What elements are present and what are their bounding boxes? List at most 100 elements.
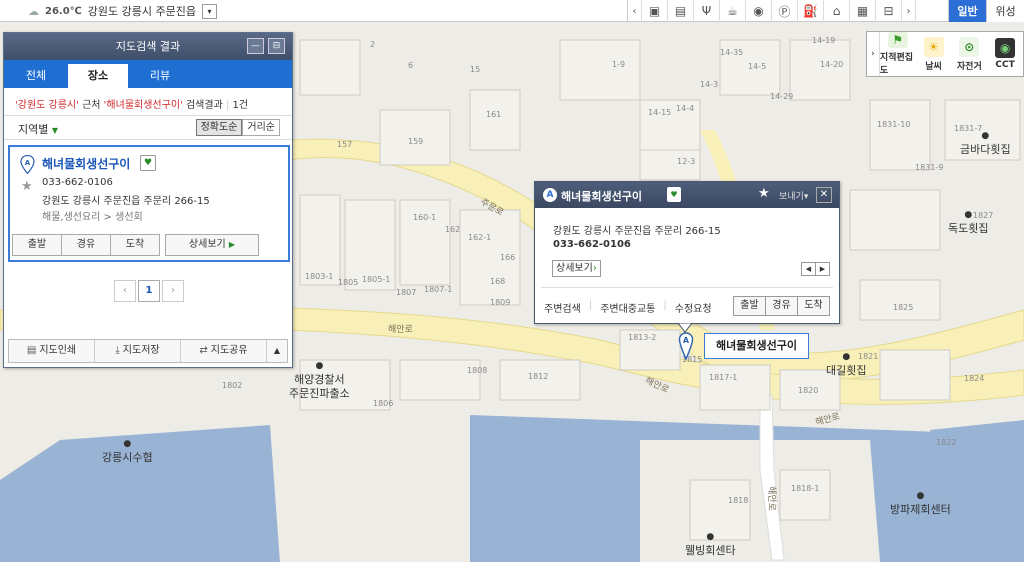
map-share-button[interactable]: ⇄ 지도공유 bbox=[181, 340, 267, 362]
map-type-satellite-button[interactable]: 위성 bbox=[986, 0, 1024, 22]
top-bar: ☁ 26.0℃ 강원도 강릉시 주문진읍 ▾ ‹ ▣ ▤ Ψ ☕ ◉ Ⓟ ⛽ ⌂… bbox=[0, 0, 1024, 22]
bank-icon[interactable]: ◉ bbox=[746, 0, 772, 22]
poi-label[interactable]: ● 강릉시수협 bbox=[102, 437, 153, 465]
page-prev-button[interactable]: ‹ bbox=[114, 280, 136, 302]
map-save-button[interactable]: ⤓ 지도저장 bbox=[95, 340, 181, 362]
parcel-label: 1803-1 bbox=[305, 272, 334, 281]
edit-request-link[interactable]: 수정요청 bbox=[675, 300, 712, 315]
popup-place-name[interactable]: 해녀물회생선구이 bbox=[561, 188, 642, 204]
tool-label: 날씨 bbox=[925, 61, 942, 72]
restaurant-icon[interactable]: Ψ bbox=[694, 0, 720, 22]
gas-station-icon[interactable]: ⛽ bbox=[798, 0, 824, 22]
page-number-button[interactable]: 1 bbox=[138, 280, 160, 302]
route-actions: 출발 경유 도착 상세보기 ▶ bbox=[12, 234, 286, 258]
footer-label: 지도공유 bbox=[210, 345, 248, 356]
flag-icon: ⚑ bbox=[887, 32, 908, 48]
map-marker-pin-icon[interactable]: A bbox=[678, 332, 694, 360]
weather-info[interactable]: ☁ 26.0℃ 강원도 강릉시 주문진읍 ▾ bbox=[28, 3, 217, 19]
send-button[interactable]: 보내기▾ bbox=[779, 189, 808, 202]
parcel-label: 15 bbox=[470, 65, 481, 74]
route-end-button[interactable]: 도착 bbox=[110, 234, 160, 256]
popup-route-via-button[interactable]: 경유 bbox=[765, 296, 798, 316]
parcel-label: 1807-1 bbox=[424, 285, 453, 294]
tool-label: 지적편집도 bbox=[879, 53, 914, 76]
page-next-button[interactable]: › bbox=[162, 280, 184, 302]
tool-weather[interactable]: ☀ 날씨 bbox=[916, 32, 952, 76]
download-icon: ⤓ bbox=[115, 345, 120, 356]
favorite-star-icon[interactable]: ★ bbox=[21, 179, 33, 194]
popup-detail-button[interactable]: 상세보기› bbox=[552, 260, 601, 277]
hotel-icon[interactable]: ⊟ bbox=[876, 0, 902, 22]
bicycle-icon: ⊙ bbox=[959, 36, 980, 57]
close-icon[interactable]: ✕ bbox=[816, 187, 832, 203]
parcel-label: 1820 bbox=[798, 386, 819, 395]
place-address: 강원도 강릉시 주문진읍 주문리 266-15 bbox=[42, 196, 210, 207]
shopping-icon[interactable]: ⌂ bbox=[824, 0, 850, 22]
sort-accuracy-button[interactable]: 정확도순 bbox=[195, 119, 243, 136]
favorite-star-icon[interactable]: ★ bbox=[758, 186, 770, 201]
collapse-panel-button[interactable]: ⊟ bbox=[268, 38, 285, 54]
cafe-icon[interactable]: ☕ bbox=[720, 0, 746, 22]
bus-icon[interactable]: ▣ bbox=[642, 0, 668, 22]
location-dropdown-button[interactable]: ▾ bbox=[202, 3, 217, 19]
parcel-label: 1-9 bbox=[612, 60, 626, 69]
restaurant-icon: ● bbox=[842, 352, 851, 362]
poi-label[interactable]: ● 금바다횟집 bbox=[960, 129, 1011, 157]
tool-cctv[interactable]: ◉ CCT bbox=[987, 32, 1023, 76]
popup-address: 강원도 강릉시 주문진읍 주문리 266-15 bbox=[553, 226, 721, 237]
tab-all[interactable]: 전체 bbox=[6, 64, 66, 88]
place-phone: 033-662-0106 bbox=[42, 177, 113, 188]
map-place-label[interactable]: 해녀물회생선구이 bbox=[704, 333, 809, 359]
popup-header: A 해녀물회생선구이 ♥ ★ 보내기▾ ✕ bbox=[535, 182, 839, 208]
restaurant-icon: ● bbox=[981, 131, 990, 141]
map-tools-panel: › ⚑ 지적편집도 ☀ 날씨 ⊙ 자전거 ◉ CCT bbox=[866, 31, 1024, 77]
send-label: 보내기 bbox=[779, 192, 804, 202]
parcel-label: 14-35 bbox=[720, 48, 744, 57]
nearby-transit-link[interactable]: 주변대중교통 bbox=[600, 300, 655, 315]
detail-button[interactable]: 상세보기 ▶ bbox=[165, 234, 259, 256]
region-filter-dropdown[interactable]: 지역별 ▼ bbox=[18, 121, 58, 137]
popup-route-end-button[interactable]: 도착 bbox=[797, 296, 830, 316]
chevron-right-icon: › bbox=[592, 263, 597, 274]
route-start-button[interactable]: 출발 bbox=[12, 234, 62, 256]
pagination: ‹ 1 › bbox=[114, 280, 186, 302]
summary-region: '강원도 강릉시' bbox=[15, 100, 79, 111]
map-print-button[interactable]: ▤ 지도인쇄 bbox=[9, 340, 95, 362]
route-via-button[interactable]: 경유 bbox=[61, 234, 111, 256]
sort-distance-button[interactable]: 거리순 bbox=[242, 119, 280, 136]
minimize-button[interactable]: — bbox=[247, 38, 264, 54]
map-type-normal-button[interactable]: 일반 bbox=[948, 0, 986, 22]
popup-prev-button[interactable]: ◀ bbox=[801, 262, 816, 276]
subway-icon[interactable]: ▤ bbox=[668, 0, 694, 22]
poi-label[interactable]: ● 웰빙회센타 bbox=[685, 530, 736, 558]
place-name-link[interactable]: 해녀물회생선구이 bbox=[42, 155, 130, 172]
category-prev-button[interactable]: ‹ bbox=[628, 0, 642, 22]
bank-icon: ● bbox=[123, 439, 132, 449]
summary-near: 근처 bbox=[82, 100, 101, 111]
parcel-label: 1818-1 bbox=[791, 484, 820, 493]
poi-label[interactable]: ● 독도횟집 bbox=[948, 208, 988, 236]
poi-label[interactable]: ● 방파제회센터 bbox=[890, 489, 951, 517]
parcel-label: 1813-2 bbox=[628, 333, 657, 342]
convenience-store-icon[interactable]: ▦ bbox=[850, 0, 876, 22]
category-next-button[interactable]: › bbox=[902, 0, 916, 22]
road-label: 해안로 bbox=[388, 325, 413, 335]
tool-cadastral-map[interactable]: ⚑ 지적편집도 bbox=[880, 32, 916, 76]
popup-route-start-button[interactable]: 출발 bbox=[733, 296, 766, 316]
nearby-search-link[interactable]: 주변검색 bbox=[544, 300, 581, 315]
parcel-label: 2 bbox=[370, 40, 376, 49]
printer-icon: ▤ bbox=[26, 345, 37, 356]
parcel-label: 1831-10 bbox=[877, 120, 911, 129]
list-item[interactable]: A ★ 해녀물회생선구이 ♥ 033-662-0106 강원도 강릉시 주문진읍… bbox=[8, 145, 290, 262]
tools-collapse-button[interactable]: › bbox=[867, 32, 880, 76]
tab-reviews[interactable]: 리뷰 bbox=[130, 64, 190, 88]
parcel-label: 14-20 bbox=[820, 60, 844, 69]
divider bbox=[541, 287, 833, 288]
popup-next-button[interactable]: ▶ bbox=[815, 262, 830, 276]
poi-label[interactable]: ● 해양경찰서 주문진파출소 bbox=[289, 359, 350, 401]
footer-expand-button[interactable]: ▲ bbox=[267, 340, 287, 362]
poi-label[interactable]: ● 대길횟집 bbox=[826, 350, 866, 378]
tab-places[interactable]: 장소 bbox=[68, 64, 128, 88]
tool-bicycle[interactable]: ⊙ 자전거 bbox=[951, 32, 987, 76]
parking-icon[interactable]: Ⓟ bbox=[772, 0, 798, 22]
